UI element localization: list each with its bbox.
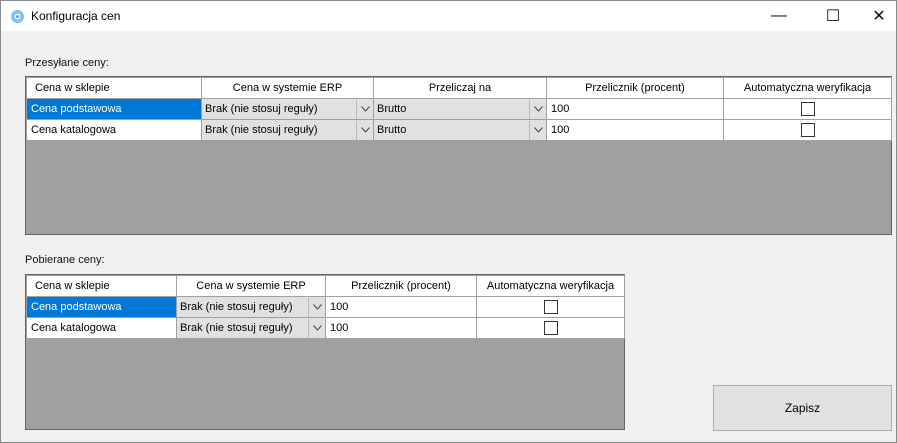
- window-title: Konfiguracja cen: [31, 9, 121, 23]
- close-button[interactable]: ✕: [856, 1, 897, 31]
- column-header[interactable]: Cena w systemie ERP: [201, 77, 374, 99]
- combo-value: Brak (nie stosuj reguły): [180, 301, 293, 313]
- gear-app-icon: [10, 9, 25, 24]
- shop-price-cell[interactable]: Cena katalogowa: [26, 119, 202, 141]
- sent-prices-label: Przesyłane ceny:: [25, 57, 109, 69]
- combo-value: Brutto: [377, 124, 407, 136]
- auto-verify-cell[interactable]: [723, 119, 892, 141]
- auto-verify-checkbox[interactable]: [543, 300, 558, 314]
- title-bar[interactable]: Konfiguracja cen — ☐ ✕: [1, 1, 896, 31]
- column-header[interactable]: Cena w systemie ERP: [176, 275, 326, 297]
- column-header[interactable]: Automatyczna weryfikacja: [723, 77, 892, 99]
- table-row[interactable]: Cena podstawowa Brak (nie stosuj reguły)…: [26, 98, 892, 120]
- table-row[interactable]: Cena katalogowa Brak (nie stosuj reguły)…: [26, 317, 625, 339]
- auto-verify-cell[interactable]: [476, 317, 625, 339]
- maximize-button[interactable]: ☐: [810, 1, 856, 31]
- convert-combo[interactable]: Brutto: [373, 119, 547, 141]
- factor-cell[interactable]: 100: [325, 317, 477, 339]
- column-header[interactable]: Cena w sklepie: [26, 275, 177, 297]
- erp-price-combo[interactable]: Brak (nie stosuj reguły): [201, 98, 374, 120]
- auto-verify-checkbox[interactable]: [800, 123, 815, 137]
- sent-prices-grid[interactable]: Cena w sklepie Cena w systemie ERP Przel…: [25, 76, 892, 235]
- table-header-row: Cena w sklepie Cena w systemie ERP Przel…: [26, 77, 892, 99]
- table-header-row: Cena w sklepie Cena w systemie ERP Przel…: [26, 275, 625, 297]
- table-row[interactable]: Cena podstawowa Brak (nie stosuj reguły)…: [26, 296, 625, 318]
- chevron-down-icon[interactable]: [356, 120, 373, 140]
- factor-cell[interactable]: 100: [546, 119, 724, 141]
- combo-value: Brak (nie stosuj reguły): [180, 322, 293, 334]
- table-row[interactable]: Cena katalogowa Brak (nie stosuj reguły)…: [26, 119, 892, 141]
- shop-price-cell[interactable]: Cena podstawowa: [26, 296, 177, 318]
- config-window: Konfiguracja cen — ☐ ✕ Przesyłane ceny: …: [0, 0, 897, 443]
- column-header[interactable]: Przeliczaj na: [373, 77, 547, 99]
- erp-price-combo[interactable]: Brak (nie stosuj reguły): [201, 119, 374, 141]
- factor-cell[interactable]: 100: [325, 296, 477, 318]
- chevron-down-icon[interactable]: [529, 120, 546, 140]
- auto-verify-cell[interactable]: [723, 98, 892, 120]
- received-prices-label: Pobierane ceny:: [25, 254, 105, 266]
- combo-value: Brak (nie stosuj reguły): [205, 124, 318, 136]
- chevron-down-icon[interactable]: [308, 297, 325, 317]
- factor-cell[interactable]: 100: [546, 98, 724, 120]
- combo-value: Brutto: [377, 103, 407, 115]
- minimize-button[interactable]: —: [756, 1, 802, 31]
- save-button[interactable]: Zapisz: [713, 385, 892, 431]
- column-header[interactable]: Automatyczna weryfikacja: [476, 275, 625, 297]
- chevron-down-icon[interactable]: [529, 99, 546, 119]
- shop-price-cell[interactable]: Cena katalogowa: [26, 317, 177, 339]
- shop-price-cell[interactable]: Cena podstawowa: [26, 98, 202, 120]
- chevron-down-icon[interactable]: [308, 318, 325, 338]
- chevron-down-icon[interactable]: [356, 99, 373, 119]
- erp-price-combo[interactable]: Brak (nie stosuj reguły): [176, 317, 326, 339]
- column-header[interactable]: Cena w sklepie: [26, 77, 202, 99]
- erp-price-combo[interactable]: Brak (nie stosuj reguły): [176, 296, 326, 318]
- combo-value: Brak (nie stosuj reguły): [205, 103, 318, 115]
- auto-verify-checkbox[interactable]: [800, 102, 815, 116]
- column-header[interactable]: Przelicznik (procent): [325, 275, 477, 297]
- auto-verify-checkbox[interactable]: [543, 321, 558, 335]
- auto-verify-cell[interactable]: [476, 296, 625, 318]
- received-prices-grid[interactable]: Cena w sklepie Cena w systemie ERP Przel…: [25, 274, 625, 430]
- convert-combo[interactable]: Brutto: [373, 98, 547, 120]
- column-header[interactable]: Przelicznik (procent): [546, 77, 724, 99]
